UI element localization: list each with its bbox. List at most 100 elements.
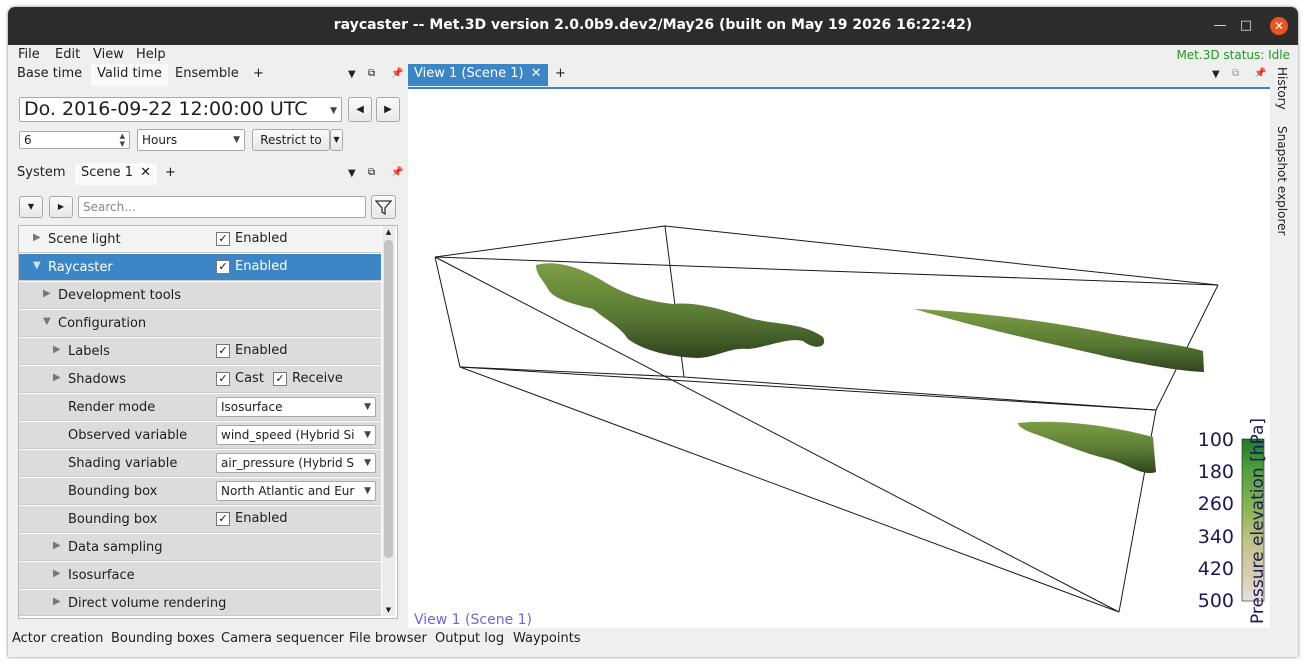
search-input[interactable]: Search...: [78, 196, 366, 218]
add-view-tab-button[interactable]: +: [549, 64, 572, 86]
menu-view[interactable]: View: [93, 47, 124, 62]
spinner-icon[interactable]: ▲ ▼: [120, 132, 125, 148]
tab-output-log[interactable]: Output log: [435, 631, 504, 646]
expand-arrow-icon[interactable]: ▶: [53, 568, 61, 579]
pin-dock-icon[interactable]: 📌: [391, 68, 403, 79]
scene-light-checkbox[interactable]: ✓: [216, 232, 230, 246]
shading-variable-select[interactable]: air_pressure (Hybrid S ▼: [216, 453, 376, 473]
dock-menu-icon[interactable]: ▼: [1212, 69, 1220, 80]
maximize-button[interactable]: □: [1236, 16, 1256, 36]
isosurface: [536, 263, 1204, 474]
expand-arrow-icon[interactable]: ▶: [53, 596, 61, 607]
tree-row-observed-variable: Observed variable wind_speed (Hybrid Si ▼: [19, 422, 381, 449]
add-scene-tab-button[interactable]: +: [159, 163, 182, 185]
collapse-arrow-icon[interactable]: ▼: [43, 316, 51, 327]
expand-arrow-icon[interactable]: ▶: [53, 540, 61, 551]
pin-dock-icon[interactable]: 📌: [391, 167, 403, 178]
scroll-down-icon[interactable]: ▼: [382, 604, 395, 616]
tab-file-browser[interactable]: File browser: [349, 631, 427, 646]
menu-file[interactable]: File: [18, 47, 40, 62]
time-unit-value: Hours: [142, 133, 178, 147]
shadows-cast-label: Cast: [235, 371, 264, 386]
datetime-value: Do. 2016-09-22 12:00:00 UTC: [24, 98, 308, 120]
tab-bounding-boxes[interactable]: Bounding boxes: [111, 631, 215, 646]
restrict-to-button[interactable]: Restrict to: [252, 129, 330, 151]
float-dock-icon[interactable]: ⧉: [1232, 68, 1239, 79]
expand-arrow-icon[interactable]: ▶: [53, 372, 61, 383]
tab-scene-1[interactable]: Scene 1 ✕: [75, 163, 158, 185]
time-step-spinbox[interactable]: 6 ▲ ▼: [19, 131, 130, 149]
chevron-down-icon: ▼: [364, 426, 371, 444]
close-tab-icon[interactable]: ✕: [531, 64, 542, 84]
previous-time-button[interactable]: ◀: [348, 97, 372, 122]
tree-row-scene-light[interactable]: ▶ Scene light ✓ Enabled: [19, 226, 381, 253]
datetime-select[interactable]: Do. 2016-09-22 12:00:00 UTC ▼: [19, 97, 342, 122]
labels-checkbox[interactable]: ✓: [216, 344, 230, 358]
collapse-arrow-icon[interactable]: ▼: [33, 260, 41, 271]
next-time-button[interactable]: ▶: [376, 97, 400, 122]
expand-all-button[interactable]: ▶: [49, 196, 73, 218]
bounding-box-value: North Atlantic and Eur: [221, 484, 355, 498]
tab-system[interactable]: System: [11, 163, 71, 185]
observed-variable-select[interactable]: wind_speed (Hybrid Si ▼: [216, 425, 376, 445]
shadows-receive-label: Receive: [292, 371, 343, 386]
tab-camera-sequencer[interactable]: Camera sequencer: [221, 631, 344, 646]
tree-row-labels[interactable]: ▶ Labels ✓ Enabled: [19, 338, 381, 365]
add-tab-button[interactable]: +: [247, 64, 270, 86]
scroll-up-icon[interactable]: ▲: [382, 226, 395, 238]
raycaster-label: Raycaster: [48, 260, 113, 275]
bounding-box-enable-label: Bounding box: [68, 512, 158, 527]
dock-menu-icon[interactable]: ▼: [348, 69, 356, 80]
expand-arrow-icon[interactable]: ▶: [43, 288, 51, 299]
restrict-dropdown-button[interactable]: ▼: [330, 129, 343, 151]
tree-row-bounding-box-enable[interactable]: Bounding box ✓ Enabled: [19, 506, 381, 533]
legend-tick: 180: [1198, 461, 1234, 483]
tree-row-bounding-box-select: Bounding box North Atlantic and Eur ▼: [19, 478, 381, 505]
float-dock-icon[interactable]: ⧉: [368, 167, 375, 178]
tree-row-isosurface[interactable]: ▶ Isosurface: [19, 562, 381, 589]
tree-row-raycaster[interactable]: ▼ Raycaster ✓ Enabled: [19, 254, 381, 281]
shadows-receive-checkbox[interactable]: ✓: [273, 372, 287, 386]
tab-base-time[interactable]: Base time: [11, 64, 88, 86]
menu-edit[interactable]: Edit: [55, 47, 80, 62]
tab-history[interactable]: History: [1275, 67, 1289, 110]
expand-arrow-icon[interactable]: ▶: [33, 232, 41, 243]
window-title: raycaster -- Met.3D version 2.0.0b9.dev2…: [333, 17, 973, 33]
render-mode-select[interactable]: Isosurface ▼: [216, 397, 376, 417]
tree-row-development-tools[interactable]: ▶ Development tools: [19, 282, 381, 309]
shadows-cast-checkbox[interactable]: ✓: [216, 372, 230, 386]
float-dock-icon[interactable]: ⧉: [368, 68, 375, 79]
expand-arrow-icon[interactable]: ▶: [53, 344, 61, 355]
pin-dock-icon[interactable]: 📌: [1254, 68, 1266, 79]
tab-actor-creation[interactable]: Actor creation: [12, 631, 103, 646]
time-unit-select[interactable]: Hours ▼: [137, 129, 245, 151]
tab-view-1[interactable]: View 1 (Scene 1) ✕: [408, 64, 548, 86]
observed-variable-label: Observed variable: [68, 428, 188, 443]
scene-dock-tabs: System Scene 1 ✕ + ▼ ⧉ 📌: [11, 163, 406, 185]
chevron-down-icon: ▼: [364, 454, 371, 472]
menu-help[interactable]: Help: [136, 47, 166, 62]
tree-row-shadows[interactable]: ▶ Shadows ✓ Cast ✓ Receive: [19, 366, 381, 393]
shadows-label: Shadows: [68, 372, 127, 387]
close-window-button[interactable]: ✕: [1270, 17, 1288, 35]
scrollbar-thumb[interactable]: [384, 240, 393, 558]
raycaster-checkbox[interactable]: ✓: [216, 260, 230, 274]
collapse-all-button[interactable]: ▼: [19, 196, 43, 218]
tab-waypoints[interactable]: Waypoints: [513, 631, 581, 646]
tab-ensemble[interactable]: Ensemble: [169, 64, 245, 86]
tree-scrollbar[interactable]: ▲ ▼: [382, 226, 395, 616]
tree-row-direct-volume-rendering[interactable]: ▶ Direct volume rendering: [19, 590, 381, 616]
tree-row-data-sampling[interactable]: ▶ Data sampling: [19, 534, 381, 561]
tree-row-configuration[interactable]: ▼ Configuration: [19, 310, 381, 337]
bounding-box-select[interactable]: North Atlantic and Eur ▼: [216, 481, 376, 501]
minimize-button[interactable]: —: [1210, 16, 1230, 36]
bounding-box-check-label: Enabled: [235, 511, 288, 526]
dock-menu-icon[interactable]: ▼: [348, 168, 356, 179]
filter-button[interactable]: [371, 195, 396, 219]
tab-valid-time[interactable]: Valid time: [91, 64, 168, 86]
scene-light-label: Scene light: [48, 232, 121, 247]
bounding-box-checkbox[interactable]: ✓: [216, 512, 230, 526]
3d-viewport[interactable]: 100 180 260 340 420 500 Pressure elevati…: [408, 87, 1270, 630]
tab-snapshot-explorer[interactable]: Snapshot explorer: [1275, 126, 1289, 235]
close-tab-icon[interactable]: ✕: [140, 163, 151, 183]
